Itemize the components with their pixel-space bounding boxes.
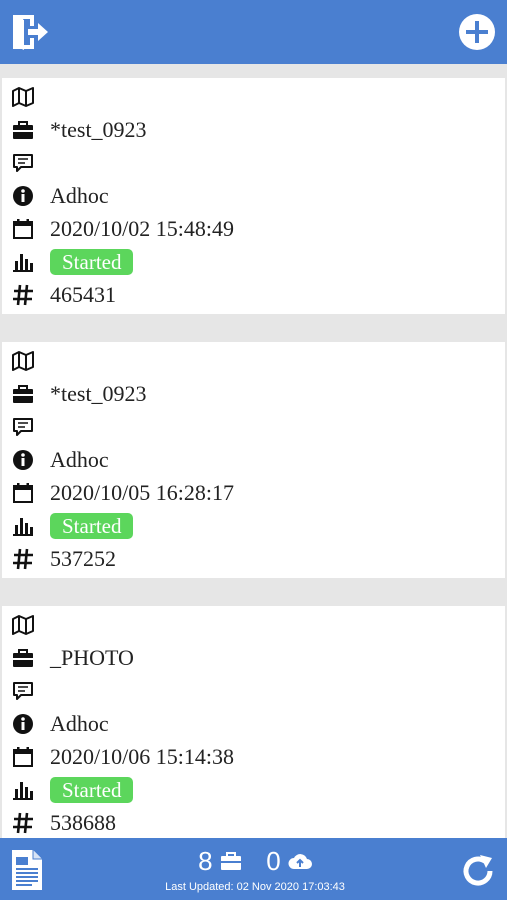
briefcase-icon xyxy=(13,385,33,403)
id-row: 537252 xyxy=(2,544,505,574)
sync-stats: 8 0 Last Updated: 02 Nov 2020 17:03:43 xyxy=(150,844,360,894)
date-row: 2020/10/05 16:28:17 xyxy=(2,478,505,508)
map-row xyxy=(2,610,505,640)
map-icon[interactable] xyxy=(12,350,34,372)
comment-row xyxy=(2,412,505,442)
date-row: 2020/10/06 15:14:38 xyxy=(2,742,505,772)
jobs-count: 8 xyxy=(198,846,213,877)
type-row: Adhoc xyxy=(2,445,505,475)
type-row: Adhoc xyxy=(2,181,505,211)
briefcase-icon xyxy=(13,121,33,139)
cloud-upload-icon xyxy=(288,854,312,870)
job-name: _PHOTO xyxy=(50,645,134,670)
comment-icon[interactable] xyxy=(12,680,34,702)
job-card[interactable]: *test_0923 Adhoc 2020/10/05 16:28:17 Sta… xyxy=(2,342,505,578)
job-name-row: *test_0923 xyxy=(2,115,505,145)
info-icon xyxy=(13,450,33,470)
job-type: Adhoc xyxy=(50,447,109,472)
comment-icon[interactable] xyxy=(12,152,34,174)
status-badge: Started xyxy=(50,249,134,275)
job-name: *test_0923 xyxy=(50,381,147,406)
hash-icon xyxy=(13,812,33,834)
top-bar xyxy=(0,0,507,64)
map-icon[interactable] xyxy=(12,86,34,108)
status-badge: Started xyxy=(50,513,134,539)
calendar-icon xyxy=(13,483,33,503)
hash-icon xyxy=(13,284,33,306)
status-badge: Started xyxy=(50,777,134,803)
bar-chart-icon xyxy=(13,518,33,536)
info-icon xyxy=(13,186,33,206)
map-row xyxy=(2,82,505,112)
job-date: 2020/10/02 15:48:49 xyxy=(50,216,234,241)
last-updated: Last Updated: 02 Nov 2020 17:03:43 xyxy=(165,881,345,894)
refresh-icon[interactable] xyxy=(459,852,497,890)
comment-row xyxy=(2,676,505,706)
document-icon[interactable] xyxy=(10,848,44,892)
hash-icon xyxy=(13,548,33,570)
bottom-bar: 8 0 Last Updated: 02 Nov 2020 17:03:43 xyxy=(0,838,507,900)
job-name: *test_0923 xyxy=(50,117,147,142)
status-row: Started xyxy=(2,511,505,541)
job-id: 465431 xyxy=(50,282,116,307)
status-row: Started xyxy=(2,775,505,805)
id-row: 538688 xyxy=(2,808,505,838)
job-id: 537252 xyxy=(50,546,116,571)
job-type: Adhoc xyxy=(50,183,109,208)
job-date: 2020/10/05 16:28:17 xyxy=(50,480,234,505)
map-row xyxy=(2,346,505,376)
job-card[interactable]: *test_0923 Adhoc 2020/10/02 15:48:49 Sta… xyxy=(2,78,505,314)
briefcase-icon xyxy=(13,649,33,667)
logout-icon[interactable] xyxy=(10,12,50,52)
calendar-icon xyxy=(13,219,33,239)
job-type: Adhoc xyxy=(50,711,109,736)
job-name-row: _PHOTO xyxy=(2,643,505,673)
bar-chart-icon xyxy=(13,254,33,272)
job-name-row: *test_0923 xyxy=(2,379,505,409)
id-row: 465431 xyxy=(2,280,505,310)
map-icon[interactable] xyxy=(12,614,34,636)
briefcase-icon xyxy=(220,852,241,871)
info-icon xyxy=(13,714,33,734)
job-list: *test_0923 Adhoc 2020/10/02 15:48:49 Sta… xyxy=(0,64,507,838)
status-row: Started xyxy=(2,247,505,277)
bar-chart-icon xyxy=(13,782,33,800)
job-date: 2020/10/06 15:14:38 xyxy=(50,744,234,769)
add-icon[interactable] xyxy=(458,13,496,51)
job-id: 538688 xyxy=(50,810,116,835)
comment-row xyxy=(2,148,505,178)
upload-count: 0 xyxy=(266,846,281,877)
date-row: 2020/10/02 15:48:49 xyxy=(2,214,505,244)
calendar-icon xyxy=(13,747,33,767)
type-row: Adhoc xyxy=(2,709,505,739)
job-card[interactable]: _PHOTO Adhoc 2020/10/06 15:14:38 Started… xyxy=(2,606,505,838)
comment-icon[interactable] xyxy=(12,416,34,438)
